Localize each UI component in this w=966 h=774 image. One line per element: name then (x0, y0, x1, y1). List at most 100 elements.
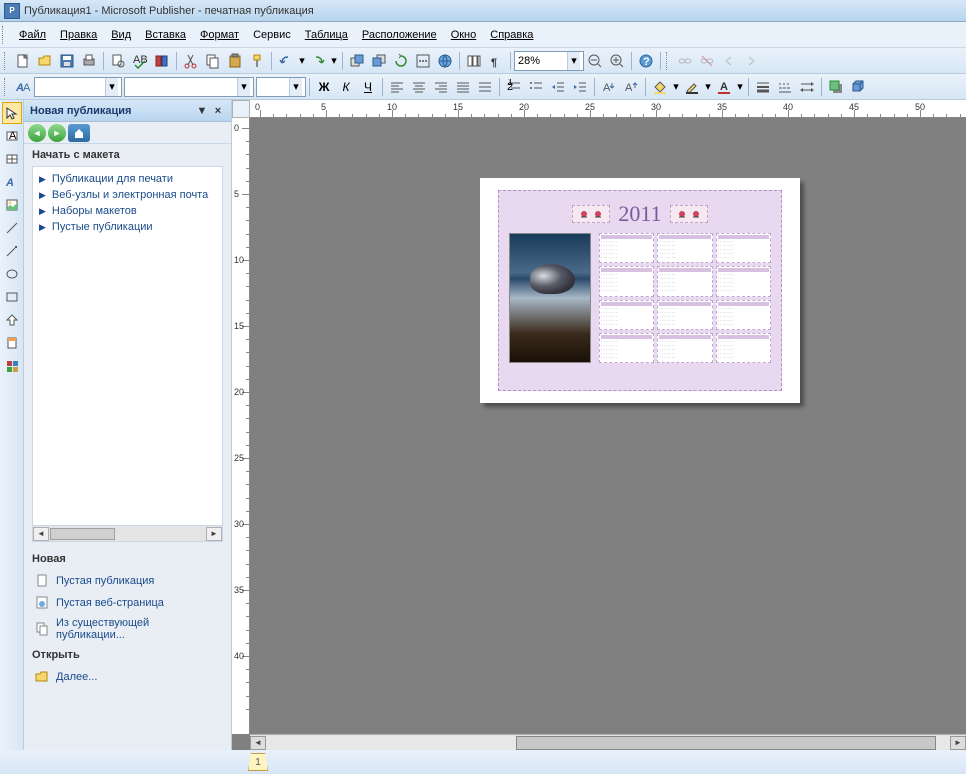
hscroll-thumb[interactable] (516, 736, 936, 750)
hscroll-thumb[interactable] (50, 528, 115, 540)
print-button[interactable] (78, 50, 100, 72)
numbered-list-button[interactable]: 12 (503, 76, 525, 98)
template-item-print[interactable]: ▶Публикации для печати (33, 171, 222, 187)
rectangle-tool[interactable] (2, 286, 22, 308)
link-button[interactable] (674, 50, 696, 72)
align-center-button[interactable] (408, 76, 430, 98)
toolbar-grip-2[interactable] (666, 52, 672, 70)
menu-insert[interactable]: Вставка (138, 26, 193, 44)
align-left-button[interactable] (386, 76, 408, 98)
font-color-dropdown[interactable]: ▾ (735, 76, 745, 98)
toolbar-grip[interactable] (4, 52, 10, 70)
bullet-list-button[interactable] (525, 76, 547, 98)
align-right-button[interactable] (430, 76, 452, 98)
paste-button[interactable] (224, 50, 246, 72)
font-color-button[interactable]: A (713, 76, 735, 98)
hscroll-right-btn[interactable]: ► (950, 736, 966, 750)
redo-dropdown[interactable]: ▾ (329, 50, 339, 72)
vertical-ruler[interactable]: 0510152025303540 (232, 118, 250, 734)
line-tool[interactable] (2, 217, 22, 239)
fontsize-combo[interactable]: ▾ (256, 77, 306, 97)
help-button[interactable]: ? (635, 50, 657, 72)
bookmark-tool[interactable] (2, 332, 22, 354)
hscroll-right[interactable]: ► (206, 527, 222, 541)
hscroll-left-btn[interactable]: ◄ (250, 736, 266, 750)
send-backward-button[interactable] (368, 50, 390, 72)
menu-table[interactable]: Таблица (298, 26, 355, 44)
dash-style-button[interactable] (774, 76, 796, 98)
columns-button[interactable] (463, 50, 485, 72)
hscroll-left[interactable]: ◄ (33, 527, 49, 541)
rotate-button[interactable] (390, 50, 412, 72)
align-justify-button[interactable] (452, 76, 474, 98)
design-gallery-tool[interactable] (2, 355, 22, 377)
copy-button[interactable] (202, 50, 224, 72)
menu-file[interactable]: Файл (12, 26, 53, 44)
decrease-indent-button[interactable] (547, 76, 569, 98)
menu-service[interactable]: Сервис (246, 26, 298, 44)
menu-help[interactable]: Справка (483, 26, 540, 44)
bring-forward-button[interactable] (346, 50, 368, 72)
page-tab-1[interactable]: 1 (248, 753, 268, 771)
taskpane-close[interactable]: × (211, 105, 225, 117)
fill-color-dropdown[interactable]: ▾ (671, 76, 681, 98)
canvas-hscrollbar[interactable]: ◄ ► (250, 734, 966, 750)
underline-button[interactable]: Ч (357, 76, 379, 98)
canvas[interactable]: 2011 · · · · · · ·· · · · · · ·· · · · ·… (250, 118, 966, 734)
spellcheck-button[interactable]: ABC (129, 50, 151, 72)
line-color-dropdown[interactable]: ▾ (703, 76, 713, 98)
template-item-blank[interactable]: ▶Пустые публикации (33, 219, 222, 235)
menu-window[interactable]: Окно (444, 26, 484, 44)
increase-font-button[interactable]: A (620, 76, 642, 98)
webpage-preview-button[interactable] (434, 50, 456, 72)
nav-forward-button[interactable]: ► (48, 124, 66, 142)
undo-dropdown[interactable]: ▾ (297, 50, 307, 72)
fill-color-button[interactable] (649, 76, 671, 98)
zoom-combo[interactable]: 28%▾ (514, 51, 584, 71)
link-blank-pub[interactable]: Пустая публикация (24, 570, 231, 592)
menu-format[interactable]: Формат (193, 26, 246, 44)
select-tool[interactable] (2, 102, 22, 124)
horizontal-ruler[interactable]: 05101520253035404550 (250, 100, 966, 118)
shadow-button[interactable] (825, 76, 847, 98)
textbox-tool[interactable]: A (2, 125, 22, 147)
open-button[interactable] (34, 50, 56, 72)
menu-view[interactable]: Вид (104, 26, 138, 44)
zoom-out-button[interactable] (584, 50, 606, 72)
undo-button[interactable] (275, 50, 297, 72)
wordart-tool[interactable]: A (2, 171, 22, 193)
research-button[interactable] (151, 50, 173, 72)
picture-frame-tool[interactable] (2, 194, 22, 216)
link-more[interactable]: Далее... (24, 666, 231, 688)
taskpane-hscroll[interactable]: ◄ ► (32, 526, 223, 542)
next-textbox-button[interactable] (740, 50, 762, 72)
line-style-button[interactable] (752, 76, 774, 98)
menu-arrange[interactable]: Расположение (355, 26, 444, 44)
unlink-button[interactable] (696, 50, 718, 72)
new-button[interactable] (12, 50, 34, 72)
increase-indent-button[interactable] (569, 76, 591, 98)
style-combo[interactable]: ▾ (34, 77, 122, 97)
arrow-tool[interactable] (2, 240, 22, 262)
menu-edit[interactable]: Правка (53, 26, 104, 44)
prev-textbox-button[interactable] (718, 50, 740, 72)
decrease-font-button[interactable]: A (598, 76, 620, 98)
fmt-grip[interactable] (4, 78, 10, 96)
line-color-button[interactable] (681, 76, 703, 98)
font-combo[interactable]: ▾ (124, 77, 254, 97)
menubar-grip[interactable] (2, 26, 8, 44)
link-from-existing[interactable]: Из существующей публикации... (24, 614, 231, 644)
cut-button[interactable] (180, 50, 202, 72)
template-item-web[interactable]: ▶Веб-узлы и электронная почта (33, 187, 222, 203)
autoshapes-tool[interactable] (2, 309, 22, 331)
distribute-button[interactable] (474, 76, 496, 98)
print-preview-button[interactable] (107, 50, 129, 72)
arrow-style-button[interactable] (796, 76, 818, 98)
redo-button[interactable] (307, 50, 329, 72)
ruler-corner[interactable] (232, 100, 250, 118)
zoom-in-button[interactable] (606, 50, 628, 72)
styles-button[interactable]: AA (12, 76, 34, 98)
bold-button[interactable]: Ж (313, 76, 335, 98)
taskpane-dropdown[interactable]: ▼ (195, 105, 209, 117)
nav-back-button[interactable]: ◄ (28, 124, 46, 142)
